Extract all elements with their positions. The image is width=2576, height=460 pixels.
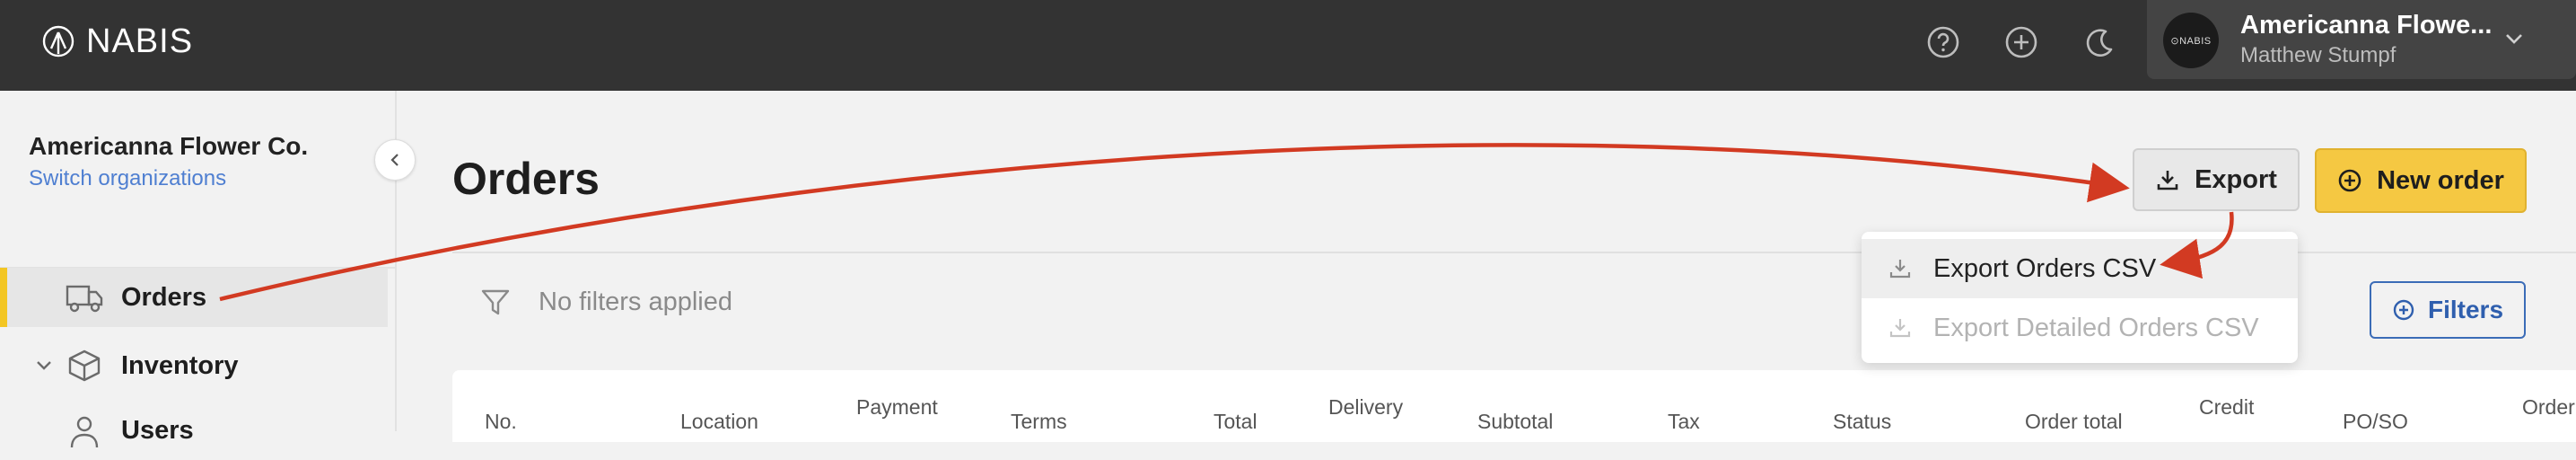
sidebar-item-inventory[interactable]: Inventory [0,336,388,395]
new-order-button[interactable]: New order [2315,148,2527,213]
orders-table: No. Location Payment Terms Total Deliver… [452,370,2576,442]
export-orders-csv-item[interactable]: Export Orders CSV [1862,239,2298,298]
export-menu: Export Orders CSV Export Detailed Orders… [1862,232,2298,363]
column-header[interactable]: Payment [856,394,938,420]
filter-summary: No filters applied [479,286,732,318]
column-header[interactable]: Delivery [1328,394,1403,420]
sidebar: Americanna Flower Co. Switch organizatio… [0,91,397,448]
chevron-down-icon [2506,34,2522,44]
filter-icon [481,289,510,315]
download-icon [1889,260,1911,279]
sidebar-org-name: Americanna Flower Co. [29,132,309,160]
new-order-label: New order [2377,165,2504,195]
plus-circle-icon [2338,169,2361,192]
filters-button[interactable]: Filters [2370,281,2526,339]
plus-circle-icon [2393,299,2414,321]
nabis-logo-icon [42,25,74,58]
brand-logo[interactable]: NABIS [41,22,193,61]
switch-organizations-link[interactable]: Switch organizations [29,166,226,191]
chevron-down-icon [37,361,51,370]
export-label: Export [2195,164,2277,194]
export-detailed-orders-csv-item[interactable]: Export Detailed Orders CSV [1862,298,2298,358]
page-title: Orders [452,154,600,204]
avatar: ⊙NABIS [2163,13,2219,68]
collapse-sidebar-button[interactable] [374,139,416,181]
plus-circle-icon[interactable] [2003,24,2039,60]
user-name: Matthew Stumpf [2240,43,2396,67]
box-icon [68,349,101,382]
filter-status-text: No filters applied [539,287,732,316]
export-button[interactable]: Export [2133,148,2300,211]
sidebar-item-users[interactable]: Users [0,401,388,460]
menu-item-label: Export Detailed Orders CSV [1933,313,2259,342]
chevron-left-icon [390,154,399,166]
column-header[interactable]: Credit [2199,394,2254,420]
download-icon [2157,171,2178,190]
sidebar-item-label: Inventory [121,350,239,380]
sidebar-item-label: Orders [121,282,207,312]
user-icon [70,416,99,448]
brand-name: NABIS [86,22,194,60]
menu-item-label: Export Orders CSV [1933,253,2157,283]
moon-icon[interactable] [2082,24,2118,60]
organization-switcher[interactable]: ⊙NABIS Americanna Flowe... Matthew Stump… [2147,0,2576,79]
help-circle-icon[interactable] [1925,24,1961,60]
sidebar-item-orders[interactable]: Orders [0,268,388,327]
top-bar: NABIS ⊙NABIS Americanna Flowe... Matthew… [0,0,2576,91]
org-name: Americanna Flowe... [2240,11,2493,40]
column-header[interactable]: Order [2522,394,2575,420]
download-icon [1889,319,1911,338]
truck-icon [66,285,103,313]
filters-label: Filters [2427,296,2504,323]
